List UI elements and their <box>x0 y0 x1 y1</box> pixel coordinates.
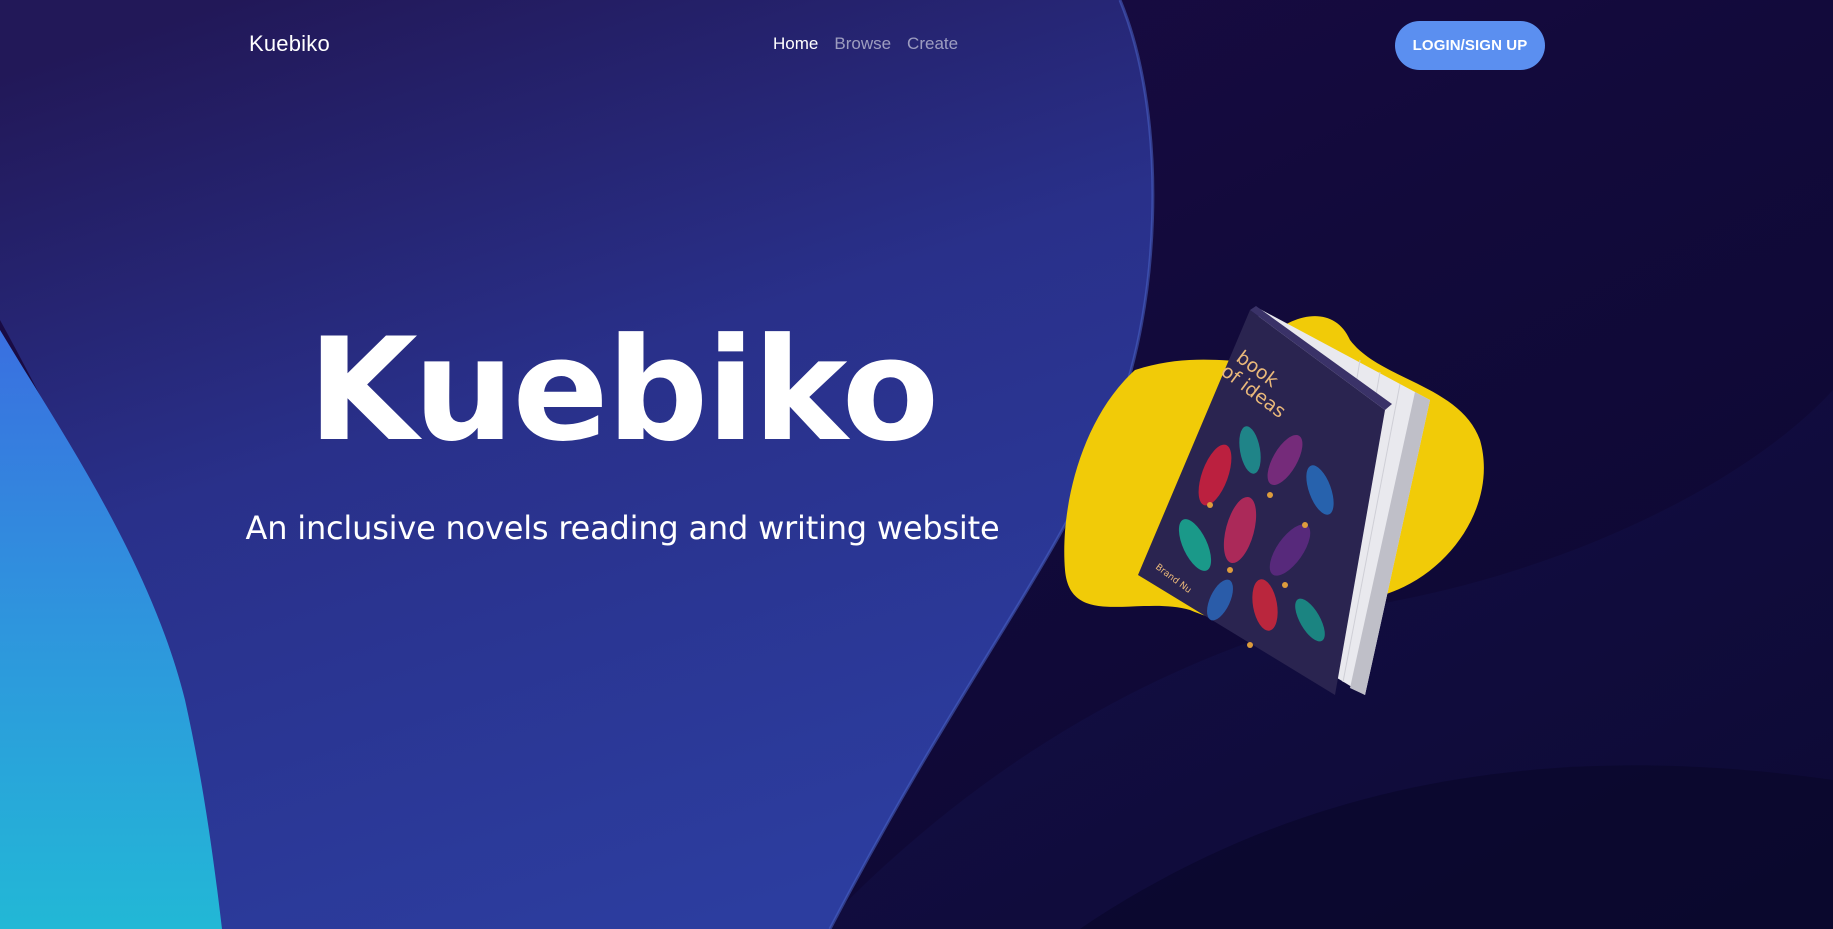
nav-link-browse[interactable]: Browse <box>834 34 891 54</box>
brand-logo-link[interactable]: Kuebiko <box>249 31 330 57</box>
hero-title: Kuebiko <box>307 308 939 473</box>
main-nav: Home Browse Create <box>773 34 958 54</box>
nav-link-create[interactable]: Create <box>907 34 958 54</box>
hero-section: Kuebiko An inclusive novels reading and … <box>0 308 1245 548</box>
book-illustration: book of ideas Brand Nu <box>1064 306 1484 695</box>
nav-link-home[interactable]: Home <box>773 34 818 54</box>
top-navbar: Kuebiko Home Browse Create LOGIN/SIGN UP <box>0 0 1833 90</box>
login-signup-button[interactable]: LOGIN/SIGN UP <box>1395 21 1545 70</box>
hero-subtitle: An inclusive novels reading and writing … <box>245 509 1000 547</box>
